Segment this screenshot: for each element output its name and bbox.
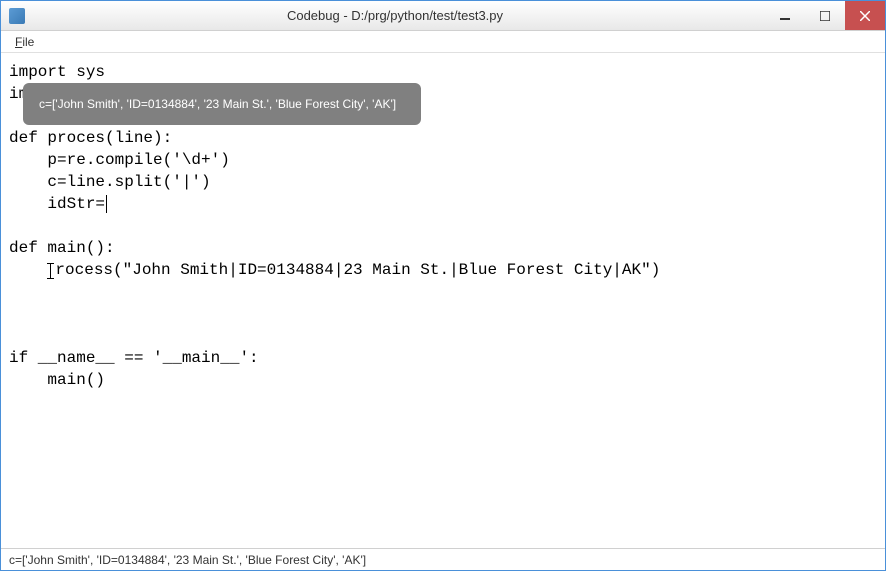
text-cursor	[106, 195, 107, 213]
code-line: if __name__ == '__main__':	[9, 347, 877, 369]
maximize-button[interactable]	[805, 1, 845, 30]
tooltip-text: c=['John Smith', 'ID=0134884', '23 Main …	[39, 97, 396, 111]
statusbar: c=['John Smith', 'ID=0134884', '23 Main …	[1, 548, 885, 570]
status-text: c=['John Smith', 'ID=0134884', '23 Main …	[9, 553, 366, 567]
code-line: rocess("John Smith|ID=0134884|23 Main St…	[9, 259, 877, 281]
minimize-button[interactable]	[765, 1, 805, 30]
code-line: main()	[9, 369, 877, 391]
code-line: c=line.split('|')	[9, 171, 877, 193]
ibeam-cursor-icon	[47, 263, 55, 279]
minimize-icon	[780, 11, 790, 21]
window-title: Codebug - D:/prg/python/test/test3.py	[25, 8, 765, 23]
code-line	[9, 215, 877, 237]
maximize-icon	[820, 11, 830, 21]
close-icon	[860, 11, 870, 21]
code-line: p=re.compile('\d+')	[9, 149, 877, 171]
titlebar: Codebug - D:/prg/python/test/test3.py	[1, 1, 885, 31]
code-line: def main():	[9, 237, 877, 259]
code-line: import sys	[9, 61, 877, 83]
menubar: File	[1, 31, 885, 53]
close-button[interactable]	[845, 1, 885, 30]
debug-tooltip: c=['John Smith', 'ID=0134884', '23 Main …	[23, 83, 421, 125]
code-line	[9, 303, 877, 325]
code-editor[interactable]: c=['John Smith', 'ID=0134884', '23 Main …	[1, 53, 885, 548]
code-line: idStr=	[9, 193, 877, 215]
code-line	[9, 281, 877, 303]
menu-file[interactable]: File	[9, 33, 40, 51]
code-line	[9, 325, 877, 347]
app-icon	[9, 8, 25, 24]
window-controls	[765, 1, 885, 30]
code-line: def proces(line):	[9, 127, 877, 149]
